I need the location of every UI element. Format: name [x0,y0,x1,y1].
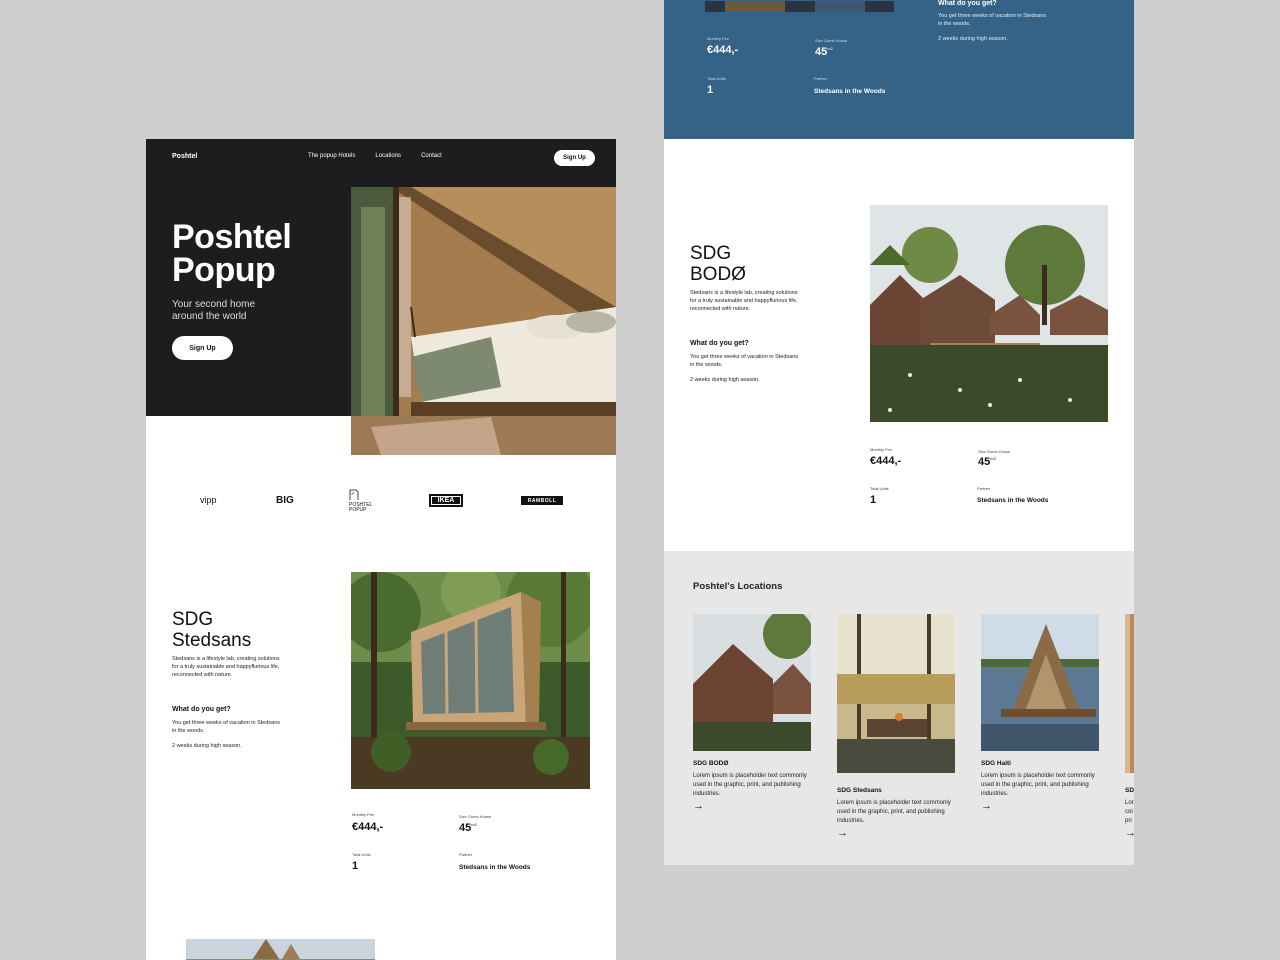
top-partner-label: Partner [814,76,828,81]
size-number: 45 [459,822,472,834]
bodo-size-number: 45 [978,456,991,468]
bodo-title-line1: SDG [690,243,732,264]
partner-logos: vipp BIG P POSHTEL POPUP IKEA RAMBOLL [146,483,616,519]
monthly-fee-value: €444,- [352,821,384,833]
top-size-label: Size Guest House [815,38,848,43]
partner-label: Partner [459,852,473,857]
arrow-right-icon[interactable]: → [837,827,848,839]
property-note: 2 weeks during high season. [172,743,242,749]
hero-title-line2: Popup [172,251,276,289]
poshtel-mark-icon: P [349,489,359,500]
bodo-units-value: 1 [870,494,877,506]
top-size-number: 45 [815,46,828,58]
bodo-cabins-image [870,205,1108,422]
size-value: 45m2 [459,822,477,834]
ikea-logo: IKEA [429,494,463,507]
bodo-title: SDG BODØ [690,243,746,285]
location-image-haiti [981,614,1099,751]
nav-link-locations[interactable]: Locations [375,153,401,159]
size-label: Size Guest House [459,814,492,819]
a-frame-cabin-image [186,939,375,960]
top-units-label: Total Units [707,76,726,81]
property-answer: You get three weeks of vacation in Steds… [172,720,281,734]
top-question: What do you get? [938,0,997,7]
bodo-size-label: Size Guest House [978,449,1011,454]
location-text-partial: Lor coi pri [1125,800,1134,824]
bodo-size-value: 45m2 [978,456,996,468]
location-image-bodo [693,614,811,751]
bodo-partner-value: Stedsans in the Woods [977,497,1049,504]
vipp-logo: vipp [200,495,217,505]
units-value: 1 [352,860,359,872]
location-name-bodo: SDG BODØ [693,760,729,767]
top-size-value: 45m2 [815,46,833,58]
property-title-line1: SDG [172,609,214,630]
bodo-answer: You get three weeks of vacation in Steds… [690,354,799,368]
property-title-line2: Stedsans [172,630,252,651]
property-title: SDG Stedsans [172,609,251,651]
location-text-bodo: Lorem ipsum is placeholder text commonly… [693,773,807,797]
arrow-right-icon[interactable]: → [981,800,992,812]
units-label: Total Units [352,852,371,857]
property-description: Stedsans is a lifestyle lab, creating so… [172,656,280,678]
bodo-title-line2: BODØ [690,264,746,285]
stedsans-cabin-image [351,572,590,789]
poshtel-popup-logo: P POSHTEL POPUP [349,489,372,513]
nav-link-contact[interactable]: Contact [421,153,442,159]
location-image-stedsans [837,614,955,773]
location-name-haiti: SDG Haiti [981,760,1011,767]
partner-value: Stedsans in the Woods [459,864,531,871]
bodo-monthly-fee-label: Monthly Fee [870,447,893,452]
nav-link-popup-hotels[interactable]: The popup Hotels [308,153,355,159]
monthly-fee-label: Monthly Fee [352,812,375,817]
top-size-unit: m2 [827,46,833,51]
top-monthly-fee-value: €444,- [707,44,739,56]
locations-section: Poshtel's Locations SDG BODØ Lorem ipsum… [664,551,1134,865]
location-name-stedsans: SDG Stedsans [837,787,882,794]
bodo-size-unit: m2 [990,456,996,461]
location-text-stedsans: Lorem ipsum is placeholder text commonly… [837,800,951,824]
bodo-monthly-fee-value: €444,- [870,455,902,467]
size-unit: m2 [471,822,477,827]
bodo-units-label: Total Units [870,486,889,491]
top-answer: You get three weeks of vacation in Steds… [938,13,1047,27]
location-text-haiti: Lorem ipsum is placeholder text commonly… [981,773,1095,797]
poshtel-logo-line2: POPUP [349,507,367,513]
hero-title: Poshtel Popup [172,218,292,289]
big-logo: BIG [276,495,294,506]
arrow-right-icon[interactable]: → [693,800,704,812]
ramboll-logo: RAMBOLL [521,496,563,505]
hero-signup-button[interactable]: Sign Up [172,336,233,360]
site-logo[interactable]: Poshtel [172,153,197,160]
nav-signup-button[interactable]: Sign Up [554,150,595,166]
locations-title: Poshtel's Locations [693,581,783,592]
bodo-partner-label: Partner [977,486,991,491]
top-units-value: 1 [707,84,714,96]
hero-subtitle-line1: Your second home [172,299,256,310]
svg-text:P: P [352,491,355,496]
blue-property-section: What do you get? You get three weeks of … [664,0,1134,139]
property-question: What do you get? [172,706,231,713]
top-note: 2 weeks during high season. [938,36,1008,42]
top-partner-value: Stedsans in the Woods [814,88,886,95]
bodo-question: What do you get? [690,340,749,347]
main-nav: The popup Hotels Locations Contact [308,153,442,159]
location-image-partial [1125,614,1134,773]
location-name-partial: SD [1125,787,1134,794]
top-monthly-fee-label: Monthly Fee [707,36,730,41]
hero-subtitle: Your second home around the world [172,299,282,323]
hero-title-line1: Poshtel [172,218,292,256]
cabin-bedroom-image [351,187,616,455]
poshtel-property-page: What do you get? You get three weeks of … [664,0,1134,865]
poshtel-homepage: Poshtel The popup Hotels Locations Conta… [146,139,616,960]
top-property-image [705,0,894,12]
hero-subtitle-line2: around the world [172,311,247,322]
arrow-right-icon[interactable]: → [1125,827,1134,839]
bodo-note: 2 weeks during high season. [690,377,760,383]
bodo-description: Stedsans is a lifestyle lab, creating so… [690,290,798,312]
